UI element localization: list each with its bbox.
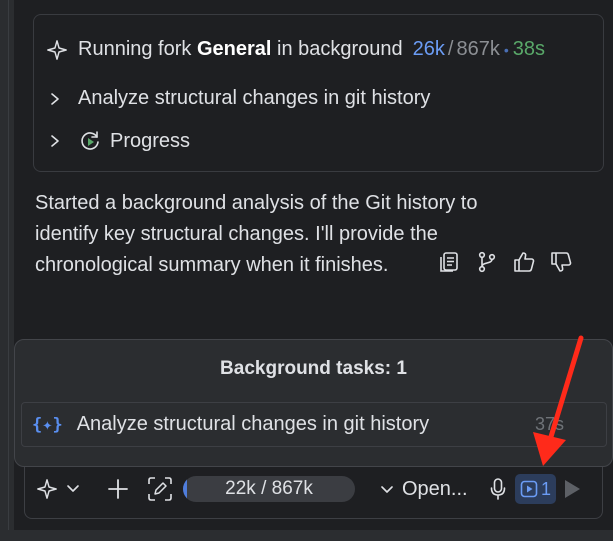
sparkle-icon: [37, 479, 57, 499]
fork-tokens-separator: /: [447, 38, 454, 60]
fork-suffix: in background: [277, 38, 403, 60]
token-usage-text: 22k / 867k: [225, 478, 313, 499]
thumbs-down-icon[interactable]: [549, 250, 573, 274]
panel-divider: [8, 0, 9, 541]
copy-icon[interactable]: [438, 250, 462, 274]
fork-name: General: [196, 38, 272, 60]
chevron-right-icon[interactable]: [48, 134, 62, 148]
play-box-icon: [520, 480, 538, 498]
add-icon[interactable]: [107, 478, 129, 500]
background-task-item[interactable]: {✦} Analyze structural changes in git hi…: [21, 402, 607, 447]
mode-selector[interactable]: [36, 478, 80, 500]
fork-prefix: Running fork: [78, 38, 192, 60]
edit-context-icon[interactable]: [147, 476, 173, 502]
fork-tokens-used: 26k: [412, 38, 445, 60]
chevron-down-icon: [381, 485, 393, 493]
model-label: Open...: [402, 478, 468, 500]
sparkle-icon: [47, 39, 67, 60]
background-task-time: 37s: [534, 414, 564, 434]
thumbs-up-icon[interactable]: [512, 250, 536, 274]
background-tasks-count: 1: [540, 478, 551, 499]
fork-status-row: Running fork General in background 26k /…: [46, 38, 545, 61]
chevron-right-icon[interactable]: [48, 92, 62, 106]
left-panel-strip: [0, 0, 14, 541]
background-tasks-button[interactable]: 1: [515, 474, 556, 504]
subitem-progress-label: Progress: [110, 129, 191, 152]
fork-tokens-total: 867k: [456, 38, 500, 60]
message-actions: [438, 250, 573, 274]
fork-title: Running fork General in background: [78, 38, 403, 61]
fork-card: Running fork General in background 26k /…: [33, 14, 604, 172]
subitem-analyze[interactable]: Analyze structural changes in git histor…: [48, 87, 430, 110]
separator-dot: •: [503, 41, 509, 58]
window-bottom-edge: [0, 530, 613, 541]
progress-refresh-icon: [81, 131, 99, 150]
fork-elapsed-time: 38s: [512, 38, 546, 60]
chevron-down-icon: [67, 485, 79, 492]
task-sparkle-braces-icon: {✦}: [32, 414, 63, 435]
background-tasks-title: Background tasks: 1: [220, 358, 407, 379]
model-selector[interactable]: Open...: [380, 478, 468, 501]
background-task-label: Analyze structural changes in git histor…: [76, 413, 430, 435]
branch-icon[interactable]: [475, 250, 499, 274]
token-usage-indicator[interactable]: 22k / 867k: [183, 476, 355, 502]
background-tasks-popup: Background tasks: 1 {✦} Analyze structur…: [14, 339, 613, 467]
subitem-analyze-label: Analyze structural changes in git histor…: [78, 87, 431, 109]
send-icon[interactable]: [563, 479, 581, 499]
subitem-progress[interactable]: Progress: [48, 129, 190, 153]
microphone-icon[interactable]: [489, 477, 507, 501]
